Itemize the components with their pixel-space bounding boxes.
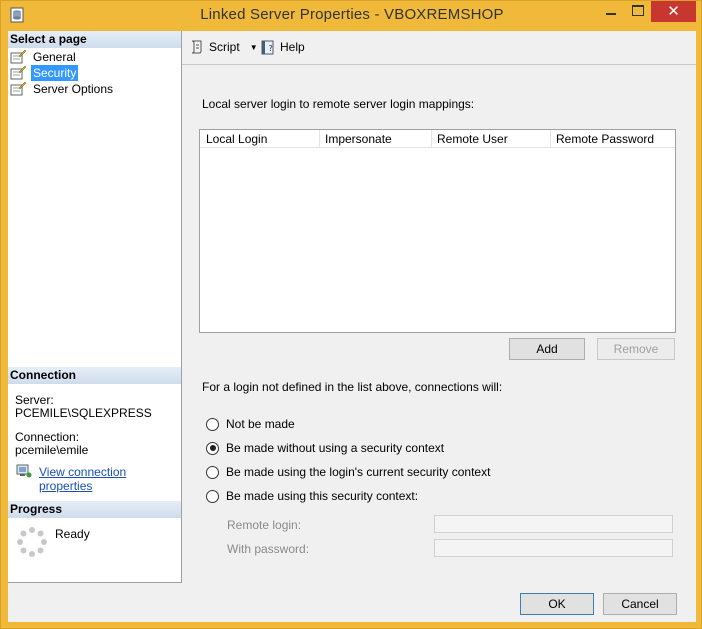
- left-pane: Select a page General Security Server Op…: [8, 31, 182, 583]
- option-without-security-context[interactable]: Be made without using a security context: [206, 440, 444, 456]
- page-item-label: Security: [31, 65, 79, 81]
- remove-button[interactable]: Remove: [597, 338, 675, 360]
- option-label: Be made using this security context:: [226, 489, 419, 503]
- option-current-security-context[interactable]: Be made using the login's current securi…: [206, 464, 490, 480]
- page-icon: [10, 82, 26, 96]
- page-icon: [10, 66, 26, 80]
- script-label: Script: [209, 40, 240, 54]
- close-icon: ✕: [667, 2, 680, 20]
- chevron-down-icon[interactable]: ▼: [250, 43, 258, 52]
- login-mappings-grid[interactable]: Local Login Impersonate Remote User Remo…: [199, 129, 676, 333]
- dialog-window: Linked Server Properties - VBOXREMSHOP ✕…: [0, 0, 702, 629]
- ok-button[interactable]: OK: [520, 593, 594, 615]
- radio-button[interactable]: [206, 489, 219, 503]
- mappings-caption: Local server login to remote server logi…: [202, 97, 475, 111]
- remote-login-field[interactable]: [434, 515, 673, 533]
- connection-header: Connection: [8, 367, 181, 384]
- right-pane: Script ▼ ? Help Local server login to re…: [182, 31, 696, 583]
- connection-value: pcemile\emile: [15, 443, 89, 457]
- toolbar: Script ▼ ? Help: [182, 31, 696, 65]
- progress-header: Progress: [8, 501, 181, 518]
- with-password-label: With password:: [227, 542, 310, 556]
- page-item-general[interactable]: General: [10, 49, 78, 65]
- title-bar[interactable]: Linked Server Properties - VBOXREMSHOP ✕: [1, 1, 702, 31]
- server-value: PCEMILE\SQLEXPRESS: [15, 406, 152, 420]
- script-icon: [191, 40, 202, 54]
- page-item-security[interactable]: Security: [10, 65, 79, 81]
- view-connection-properties-link[interactable]: View connection properties: [39, 465, 181, 493]
- connection-label: Connection:: [15, 430, 80, 444]
- not-defined-caption: For a login not defined in the list abov…: [202, 380, 503, 394]
- page-icon: [10, 50, 26, 64]
- column-header-remote-password[interactable]: Remote Password: [550, 132, 654, 148]
- option-not-be-made[interactable]: Not be made: [206, 416, 295, 432]
- with-password-field[interactable]: [434, 539, 673, 557]
- radio-button[interactable]: [206, 465, 219, 479]
- column-header-local-login[interactable]: Local Login: [200, 132, 267, 148]
- option-label: Not be made: [226, 417, 295, 431]
- security-page: Local server login to remote server logi…: [182, 66, 696, 583]
- option-label: Be made without using a security context: [226, 441, 445, 455]
- script-button[interactable]: Script ▼: [189, 39, 258, 55]
- option-this-security-context[interactable]: Be made using this security context:: [206, 488, 418, 504]
- page-item-server-options[interactable]: Server Options: [10, 81, 115, 97]
- option-label: Be made using the login's current securi…: [226, 465, 491, 479]
- page-item-label: Server Options: [33, 82, 114, 96]
- server-label: Server:: [15, 393, 54, 407]
- connection-properties-icon: [16, 464, 32, 478]
- maximize-button[interactable]: [625, 1, 651, 22]
- progress-status: Ready: [55, 527, 90, 541]
- radio-button[interactable]: [206, 417, 219, 431]
- cancel-button[interactable]: Cancel: [603, 593, 677, 615]
- radio-button[interactable]: [206, 441, 219, 455]
- minimize-button[interactable]: [597, 1, 625, 22]
- help-book-icon: ?: [261, 40, 274, 55]
- close-button[interactable]: ✕: [651, 1, 696, 22]
- help-button[interactable]: ? Help: [260, 39, 305, 55]
- svg-text:?: ?: [269, 44, 273, 53]
- select-page-header: Select a page: [8, 31, 181, 48]
- column-header-impersonate[interactable]: Impersonate: [319, 132, 392, 148]
- dialog-footer: OK Cancel: [8, 583, 696, 622]
- progress-spinner-icon: [17, 527, 47, 557]
- add-button[interactable]: Add: [509, 338, 585, 360]
- grid-header: Local Login Impersonate Remote User Remo…: [200, 130, 675, 148]
- remote-login-label: Remote login:: [227, 518, 302, 532]
- dialog-client: Select a page General Security Server Op…: [8, 31, 696, 622]
- help-label: Help: [280, 40, 305, 54]
- page-item-label: General: [33, 50, 76, 64]
- column-header-remote-user[interactable]: Remote User: [431, 132, 508, 148]
